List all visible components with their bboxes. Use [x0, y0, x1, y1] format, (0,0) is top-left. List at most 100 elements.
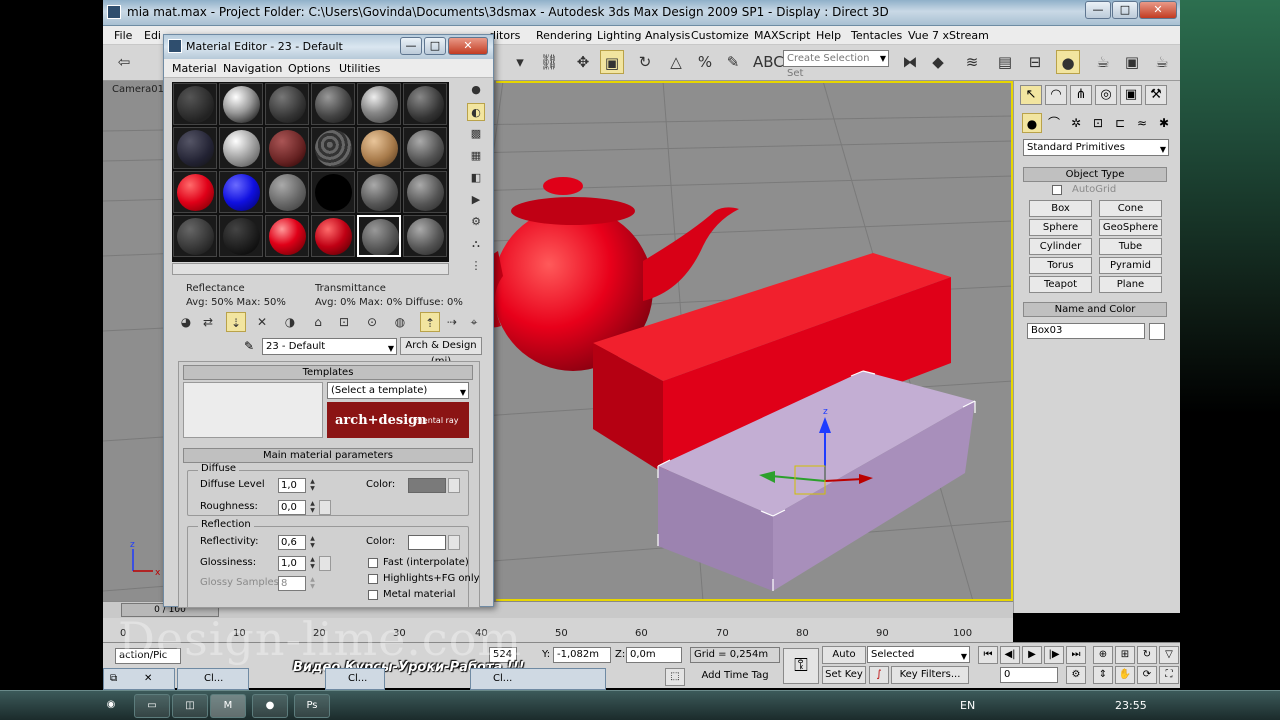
- material-slot[interactable]: [269, 174, 306, 211]
- pick-material-icon[interactable]: ⌖: [464, 312, 484, 332]
- viewport-label[interactable]: Camera01: [112, 84, 164, 95]
- material-map-navigator-icon[interactable]: ⋮: [467, 257, 485, 275]
- rendered-frame-icon[interactable]: ▣: [1120, 50, 1144, 74]
- dolly-icon[interactable]: ⇕: [1093, 666, 1113, 684]
- menu-customize[interactable]: Customize: [691, 29, 749, 42]
- curve-editor-icon[interactable]: ▤: [993, 50, 1017, 74]
- highlights-fg-checkbox[interactable]: [368, 574, 378, 584]
- sample-uv-tiling-icon[interactable]: ▦: [467, 147, 485, 165]
- system-clock[interactable]: 23:55: [1115, 699, 1147, 712]
- cone-button[interactable]: Cone: [1099, 200, 1162, 217]
- plane-button[interactable]: Plane: [1099, 276, 1162, 293]
- edit-named-sets-icon[interactable]: ✎: [721, 50, 745, 74]
- mated-minimize-button[interactable]: —: [400, 37, 422, 55]
- material-slot[interactable]: [177, 86, 214, 123]
- material-slot[interactable]: [177, 218, 214, 255]
- play-icon[interactable]: ▶: [1022, 646, 1042, 664]
- material-slot[interactable]: [407, 86, 444, 123]
- menu-file[interactable]: File: [114, 29, 132, 42]
- material-id-icon[interactable]: ⊡: [334, 312, 354, 332]
- tube-button[interactable]: Tube: [1099, 238, 1162, 255]
- diffuse-color-swatch[interactable]: [408, 478, 446, 493]
- template-select-dropdown[interactable]: (Select a template) ▼: [327, 382, 469, 399]
- material-slot[interactable]: [269, 218, 306, 255]
- templates-rollout-header[interactable]: Templates: [183, 365, 473, 380]
- app-title-bar[interactable]: mia mat.max - Project Folder: C:\Users\G…: [103, 0, 1180, 26]
- utilities-tab-icon[interactable]: ⚒: [1145, 85, 1167, 105]
- glossiness-map-button[interactable]: [319, 556, 331, 571]
- material-type-button[interactable]: Arch & Design (mi): [400, 337, 482, 367]
- material-slot[interactable]: [177, 130, 214, 167]
- material-editor-window[interactable]: Material Editor - 23 - Default — □ ✕ Mat…: [163, 34, 494, 608]
- spinner-arrows-icon[interactable]: ▲ ▼: [308, 576, 317, 591]
- mirror-icon[interactable]: ⧓: [898, 50, 922, 74]
- time-config-icon[interactable]: ⚙: [1066, 666, 1086, 684]
- zoom-all-icon[interactable]: ⊞: [1115, 646, 1135, 664]
- align-icon[interactable]: ◆: [926, 50, 950, 74]
- select-by-material-icon[interactable]: ⛬: [467, 235, 485, 253]
- mated-menu-material[interactable]: Material: [172, 62, 217, 75]
- material-slot[interactable]: [223, 218, 260, 255]
- material-editor-icon[interactable]: ●: [1056, 50, 1080, 74]
- key-mode-dropdown[interactable]: Selected ▼: [867, 646, 970, 663]
- material-editor-title-bar[interactable]: Material Editor - 23 - Default — □ ✕: [164, 35, 493, 59]
- 3dsmax-taskbar-icon[interactable]: ◫: [172, 694, 208, 718]
- spacewarps-icon[interactable]: ≈: [1132, 113, 1152, 133]
- material-slot[interactable]: [407, 130, 444, 167]
- layer-manager-icon[interactable]: ≋: [960, 50, 984, 74]
- put-material-icon[interactable]: ⇄: [198, 312, 218, 332]
- material-slot[interactable]: [177, 174, 214, 211]
- roughness-map-button[interactable]: [319, 500, 331, 515]
- reflectivity-field[interactable]: 0,6: [278, 535, 306, 550]
- mated-menu-options[interactable]: Options: [288, 62, 330, 75]
- auto-key-button[interactable]: Auto Key: [822, 646, 866, 676]
- spinner-arrows-icon[interactable]: ▲ ▼: [308, 556, 317, 571]
- material-slot[interactable]: [407, 218, 444, 255]
- tangent-icon[interactable]: ∫: [869, 666, 889, 684]
- maximize-viewport-icon[interactable]: ⛶: [1159, 666, 1179, 684]
- go-to-parent-icon[interactable]: ⇡: [420, 312, 440, 332]
- pyramid-button[interactable]: Pyramid: [1099, 257, 1162, 274]
- material-slot[interactable]: [269, 86, 306, 123]
- time-tag-icon[interactable]: ⬚: [665, 668, 685, 686]
- menu-rendering[interactable]: Rendering: [536, 29, 592, 42]
- start-button-icon[interactable]: ◉: [96, 694, 126, 718]
- geometry-icon[interactable]: ●: [1022, 113, 1042, 133]
- display-tab-icon[interactable]: ▣: [1120, 85, 1142, 105]
- mated-close-button[interactable]: ✕: [448, 37, 488, 55]
- fast-interpolate-checkbox[interactable]: [368, 558, 378, 568]
- quick-render-icon[interactable]: ☕: [1150, 50, 1174, 74]
- menu-help[interactable]: Help: [816, 29, 841, 42]
- current-frame-field[interactable]: 0: [1000, 667, 1058, 683]
- primitive-category-dropdown[interactable]: Standard Primitives ▼: [1023, 139, 1169, 156]
- next-frame-icon[interactable]: |▶: [1044, 646, 1064, 664]
- diffuse-level-field[interactable]: 1,0: [278, 478, 306, 493]
- helpers-icon[interactable]: ⊏: [1110, 113, 1130, 133]
- hierarchy-tab-icon[interactable]: ⋔: [1070, 85, 1092, 105]
- previous-frame-icon[interactable]: ◀|: [1000, 646, 1020, 664]
- metal-material-checkbox[interactable]: [368, 590, 378, 600]
- material-slot[interactable]: [361, 130, 398, 167]
- put-to-library-icon[interactable]: ⌂: [308, 312, 328, 332]
- material-slot[interactable]: [315, 130, 352, 167]
- systems-icon[interactable]: ✱: [1154, 113, 1174, 133]
- mated-menu-navigation[interactable]: Navigation: [223, 62, 282, 75]
- object-type-rollout-header[interactable]: Object Type: [1023, 167, 1167, 182]
- link-icon[interactable]: ⛓: [537, 50, 561, 74]
- minimized-window[interactable]: ⧉ ✕: [103, 668, 175, 690]
- material-slot[interactable]: [361, 86, 398, 123]
- set-key-button[interactable]: Set Key: [822, 666, 866, 684]
- material-slot[interactable]: [315, 86, 352, 123]
- percent-snap-icon[interactable]: △: [664, 50, 688, 74]
- cylinder-button[interactable]: Cylinder: [1029, 238, 1092, 255]
- minimized-window[interactable]: Cl...: [470, 668, 606, 690]
- material-slot-active[interactable]: [362, 219, 399, 255]
- material-name-field[interactable]: 23 - Default ▼: [262, 338, 397, 355]
- maximize-button[interactable]: □: [1112, 1, 1138, 19]
- maxscript-listener-field[interactable]: action/Pic: [115, 648, 181, 664]
- material-slot[interactable]: [315, 218, 352, 255]
- material-slot[interactable]: [407, 174, 444, 211]
- render-setup-icon[interactable]: ☕: [1091, 50, 1115, 74]
- backlight-icon[interactable]: ◐: [467, 103, 485, 121]
- main-params-rollout-header[interactable]: Main material parameters: [183, 448, 473, 463]
